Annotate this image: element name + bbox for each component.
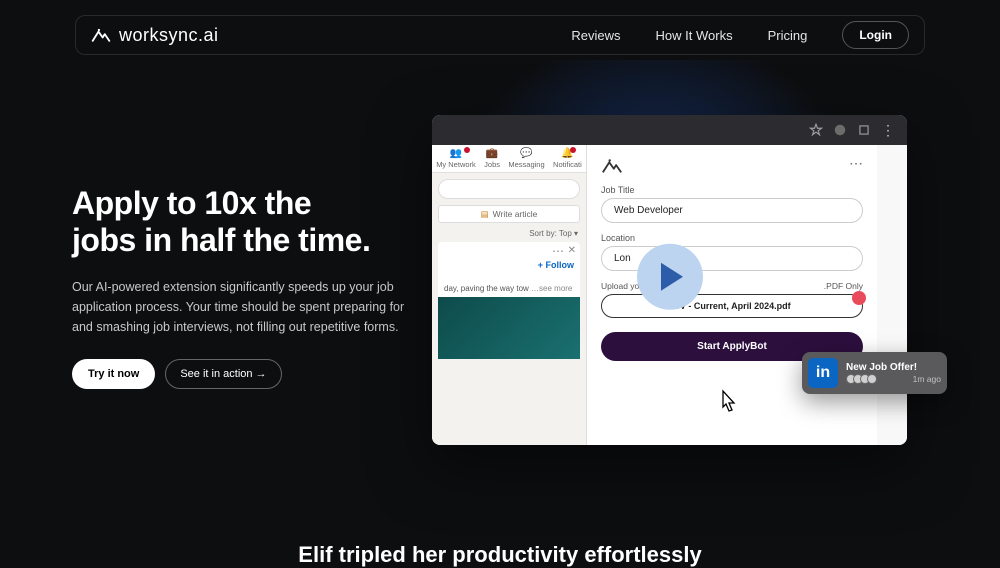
chrome-menu-icon: ⋮ xyxy=(881,122,895,139)
puzzle-icon xyxy=(857,123,871,137)
nav-links: Reviews How It Works Pricing Login xyxy=(571,21,909,49)
logo-text: worksync.ai xyxy=(119,25,219,46)
extension-icon xyxy=(833,123,847,137)
demo-screenshot: ⋮ 👥My Network 💼Jobs 💬Messaging 🔔Notifica… xyxy=(432,115,907,445)
hero-buttons: Try it now See it in action → xyxy=(72,359,417,389)
play-icon xyxy=(661,263,683,291)
hero-title: Apply to 10x the jobs in half the time. xyxy=(72,185,417,259)
linkedin-search xyxy=(438,179,580,199)
toast-body: New Job Offer! 1m ago xyxy=(846,362,941,384)
remove-file-icon xyxy=(852,291,866,305)
right-strip xyxy=(877,145,907,445)
logo[interactable]: worksync.ai xyxy=(91,25,219,46)
post-image xyxy=(438,297,580,359)
tab-notifications: 🔔Notificati xyxy=(553,148,582,169)
post-close-icon: ✕ xyxy=(568,245,576,256)
location-label: Location xyxy=(601,233,863,243)
toast-time: 1m ago xyxy=(913,374,941,384)
badge-icon xyxy=(464,147,470,153)
play-button[interactable] xyxy=(637,244,703,310)
job-title-label: Job Title xyxy=(601,185,863,195)
extension-panel: ⋯ Job Title Web Developer Location Lon U… xyxy=(587,145,877,445)
tab-jobs: 💼Jobs xyxy=(484,148,500,169)
tab-network: 👥My Network xyxy=(436,148,476,169)
post-text: day, paving the way tow …see more xyxy=(444,284,574,293)
star-icon xyxy=(809,123,823,137)
cv-file-name: CV - Current, April 2024.pdf xyxy=(673,301,790,311)
job-offer-toast[interactable]: in New Job Offer! 1m ago xyxy=(802,352,947,394)
cursor-icon xyxy=(717,389,739,420)
sort-label: Sort by: Top ▾ xyxy=(432,225,586,242)
toast-avatars xyxy=(846,374,877,384)
tab-messaging: 💬Messaging xyxy=(508,148,544,169)
top-nav: worksync.ai Reviews How It Works Pricing… xyxy=(75,15,925,55)
write-article: ▤Write article xyxy=(438,205,580,223)
nav-how-it-works[interactable]: How It Works xyxy=(656,28,733,43)
try-it-button[interactable]: Try it now xyxy=(72,359,155,389)
hero-title-line1: Apply to 10x the xyxy=(72,185,311,221)
toast-title: New Job Offer! xyxy=(846,362,941,373)
browser-chrome: ⋮ xyxy=(432,115,907,145)
panel-menu-icon: ⋯ xyxy=(849,155,863,172)
login-button[interactable]: Login xyxy=(842,21,909,49)
panel-logo-icon xyxy=(601,157,623,175)
cv-file-pill: CV - Current, April 2024.pdf xyxy=(601,294,863,318)
logo-icon xyxy=(91,27,111,43)
hero-subtitle: Our AI-powered extension significantly s… xyxy=(72,277,417,337)
linkedin-tabs: 👥My Network 💼Jobs 💬Messaging 🔔Notificati xyxy=(432,145,586,173)
upload-label: Upload yo xyxy=(601,281,639,291)
follow-button: + Follow xyxy=(444,260,574,270)
post-menu-icon: ⋯ xyxy=(552,244,564,258)
testimonial-headline: Elif tripled her productivity effortless… xyxy=(298,542,701,568)
linkedin-post: ⋯ ✕ + Follow day, paving the way tow …se… xyxy=(438,242,580,359)
upload-hint: .PDF Only xyxy=(824,281,863,291)
job-title-input: Web Developer xyxy=(601,198,863,223)
badge-icon xyxy=(570,147,576,153)
hero-title-line2: jobs in half the time. xyxy=(72,222,370,258)
linkedin-icon: in xyxy=(808,358,838,388)
nav-pricing[interactable]: Pricing xyxy=(768,28,808,43)
see-action-button[interactable]: See it in action → xyxy=(165,359,281,389)
nav-reviews[interactable]: Reviews xyxy=(571,28,620,43)
linkedin-feed: 👥My Network 💼Jobs 💬Messaging 🔔Notificati… xyxy=(432,145,587,445)
hero: Apply to 10x the jobs in half the time. … xyxy=(72,185,417,389)
